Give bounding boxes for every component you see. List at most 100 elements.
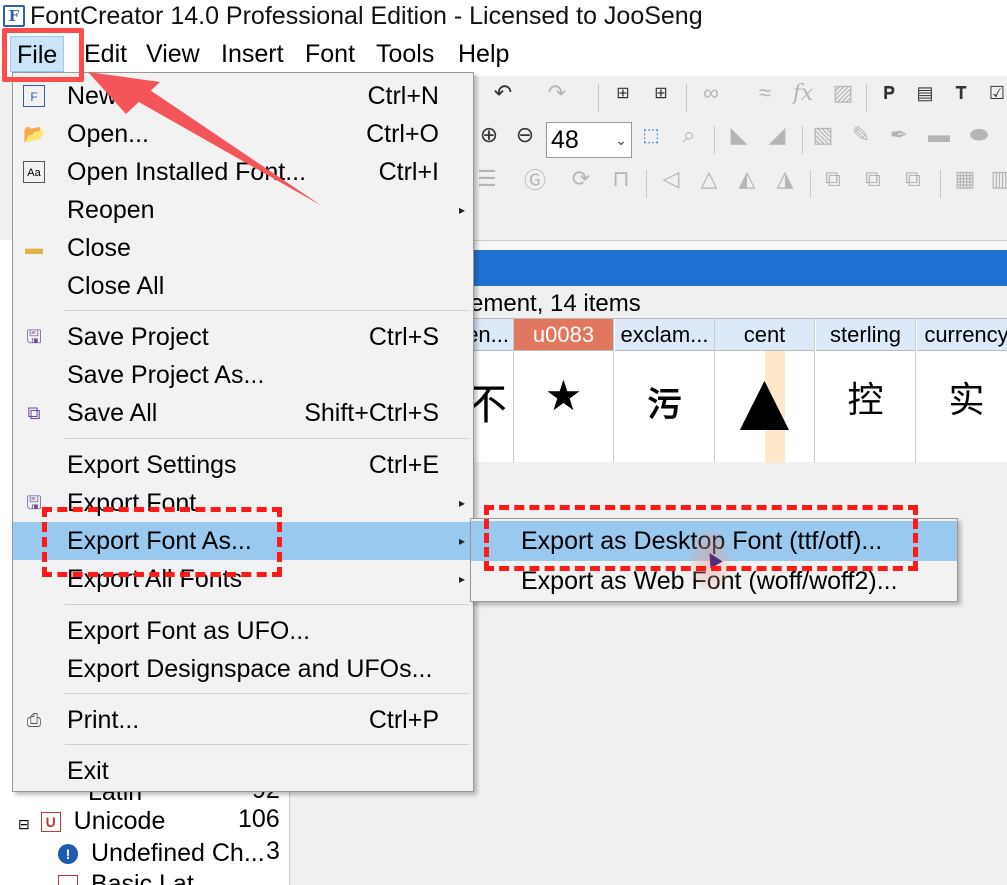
submenu-arrow-icon: ▸: [458, 572, 465, 586]
menu-item-new[interactable]: F New... Ctrl+N: [13, 77, 473, 115]
link-icon[interactable]: ∞: [696, 78, 726, 108]
menu-item-print[interactable]: ⎙ Print... Ctrl+P: [13, 701, 473, 739]
intersect-icon[interactable]: ⧉: [858, 164, 888, 194]
title-bar: F FontCreator 14.0 Professional Edition …: [0, 0, 1007, 32]
menu-edit[interactable]: Edit: [78, 36, 133, 72]
tree-item-unicode[interactable]: ⊟ U Unicode: [18, 805, 165, 837]
collapse-icon[interactable]: ⊟: [18, 816, 30, 832]
triangle-left-icon[interactable]: ◣: [724, 120, 754, 150]
glyph-cell-selected[interactable]: u0083 ★: [514, 319, 614, 463]
menu-item-label: Exit: [67, 757, 109, 785]
unlink-icon[interactable]: ≈: [750, 78, 780, 108]
toolbar-separator: [598, 84, 599, 112]
submenu-arrow-icon: ▸: [458, 496, 465, 510]
menu-item-close-all[interactable]: Close All: [13, 267, 473, 305]
add-glyph-icon[interactable]: ⊞: [646, 78, 676, 108]
menu-item-open[interactable]: 📂 Open... Ctrl+O: [13, 115, 473, 153]
glyph-cell[interactable]: exclam... 污: [615, 319, 715, 463]
glyph-preview: ★: [544, 372, 583, 419]
arrow-up-icon[interactable]: △: [694, 164, 724, 194]
chevron-down-icon: ⌄: [615, 132, 627, 148]
menu-item-export-settings[interactable]: Export Settings Ctrl+E: [13, 446, 473, 484]
menu-item-export-ufo[interactable]: Export Font as UFO...: [13, 612, 473, 650]
subtract-icon[interactable]: ⧉: [898, 164, 928, 194]
flip-icon[interactable]: ◭: [732, 164, 762, 194]
glyph-cell[interactable]: cent ▲: [715, 319, 815, 463]
menu-view[interactable]: View: [140, 36, 206, 72]
menu-help[interactable]: Help: [452, 36, 515, 72]
triangle-right-icon[interactable]: ◢: [762, 120, 792, 150]
toolbar-separator: [802, 126, 803, 154]
rectangle-icon[interactable]: ▬: [924, 120, 954, 150]
glyph-preview: 实: [948, 379, 985, 420]
ellipse-icon[interactable]: ⬬: [964, 120, 994, 150]
menu-item-label: Export Settings: [67, 451, 237, 479]
glyph-name: currency: [917, 319, 1007, 351]
menu-insert[interactable]: Insert: [215, 36, 290, 72]
menu-item-export-designspace[interactable]: Export Designspace and UFOs...: [13, 650, 473, 688]
submenu-arrow-icon: ▸: [458, 534, 465, 548]
glyph-name: cent: [715, 319, 814, 351]
glyph-cell[interactable]: sterling 控: [816, 319, 916, 463]
undo-icon[interactable]: ↶: [488, 78, 518, 108]
glyph-preview: 污: [647, 386, 682, 424]
tree-item-undefined[interactable]: ! Undefined Ch...: [58, 837, 265, 869]
folder-icon: ▬: [25, 238, 43, 258]
printer-icon: ⎙: [26, 710, 42, 730]
zoom-level-select[interactable]: 48 ⌄: [546, 122, 632, 158]
brush-icon[interactable]: ✎: [846, 120, 876, 150]
pen-icon[interactable]: ✒: [884, 120, 914, 150]
menu-item-close[interactable]: ▬ Close: [13, 229, 473, 267]
glyph-info-text: ement, 14 items: [470, 290, 641, 317]
rotate-icon[interactable]: ⟳: [566, 164, 596, 194]
text-tool-icon[interactable]: 𝐓: [946, 78, 976, 108]
menu-item-exit[interactable]: Exit: [13, 752, 473, 790]
menu-item-open-installed[interactable]: Aa Open Installed Font... Ctrl+I: [13, 153, 473, 191]
menu-item-shortcut: Ctrl+P: [368, 706, 439, 734]
menu-font[interactable]: Font: [299, 36, 361, 72]
file-menu-dropdown: F New... Ctrl+N 📂 Open... Ctrl+O Aa Open…: [12, 72, 474, 792]
zoom-in-icon[interactable]: ⊕: [474, 120, 504, 150]
arrow-left-icon[interactable]: ◁: [656, 164, 686, 194]
menu-separator: [65, 744, 469, 745]
image-icon[interactable]: ▧: [808, 120, 838, 150]
validate-icon[interactable]: ☑: [982, 78, 1007, 108]
formula-icon[interactable]: fx: [788, 78, 818, 108]
glyph-preview: ▲: [722, 354, 807, 448]
fit-window-icon[interactable]: ⬚: [636, 120, 666, 150]
transform-icon[interactable]: ⊓: [606, 164, 636, 194]
annotation-box-file: [2, 28, 84, 82]
menu-item-save-project[interactable]: 🖫 Save Project Ctrl+S: [13, 318, 473, 356]
glyph-ref-icon[interactable]: Ⓖ: [520, 164, 550, 194]
menu-item-shortcut: Ctrl+I: [378, 158, 439, 186]
zoom-out-icon[interactable]: ⊖: [510, 120, 540, 150]
menu-item-save-project-as[interactable]: Save Project As...: [13, 356, 473, 394]
grid-icon[interactable]: ▦: [950, 164, 980, 194]
submenu-arrow-icon: ▸: [458, 203, 465, 217]
zoom-box-icon[interactable]: ⌕: [674, 120, 704, 150]
new-file-icon: F: [23, 85, 45, 107]
toolbar-separator: [940, 170, 941, 198]
menu-tools[interactable]: Tools: [370, 36, 440, 72]
glyph-name: sterling: [816, 319, 915, 351]
toolbar-separator: [714, 126, 715, 154]
tree-item-label: Unicode: [73, 807, 166, 835]
union-icon[interactable]: ⧉: [818, 164, 848, 194]
edit-table-icon[interactable]: ▤: [910, 78, 940, 108]
menu-item-label: Export Font as UFO...: [67, 617, 311, 645]
redo-icon[interactable]: ↷: [542, 78, 572, 108]
align-icon[interactable]: ☰: [472, 164, 502, 194]
tree-item-basic-latin[interactable]: Basic Lat...: [58, 868, 215, 885]
mirror-icon[interactable]: ◮: [770, 164, 800, 194]
add-composite-icon[interactable]: ⊞: [608, 78, 638, 108]
glyph-cell[interactable]: currency 实: [917, 319, 1007, 463]
menu-item-label: Save Project: [67, 323, 209, 351]
eraser-icon[interactable]: ▨: [828, 78, 858, 108]
open-folder-icon: 📂: [23, 124, 46, 144]
menu-item-label: Print...: [67, 706, 140, 734]
menu-item-reopen[interactable]: Reopen ▸: [13, 191, 473, 229]
glyph-name: exclam...: [615, 319, 714, 351]
menu-item-save-all[interactable]: ⧉ Save All Shift+Ctrl+S: [13, 394, 473, 432]
more-icon[interactable]: ▥: [986, 164, 1007, 194]
properties-icon[interactable]: 𝐏: [874, 78, 904, 108]
